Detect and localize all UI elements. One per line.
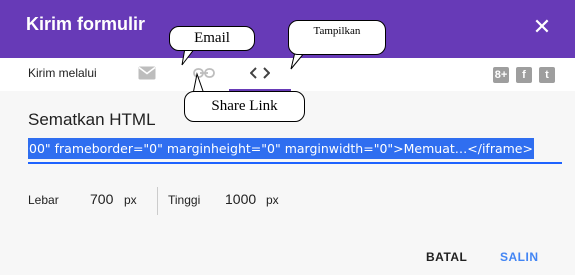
embed-code-text[interactable]: 00" frameborder="0" marginheight="0" mar… — [28, 138, 534, 159]
embed-title: Sematkan HTML — [28, 110, 156, 129]
width-label: Lebar — [28, 193, 59, 207]
email-callout: Email — [169, 26, 255, 51]
show-callout: Tampilkan — [288, 20, 386, 55]
close-icon[interactable]: ✕ — [529, 14, 555, 40]
embed-icon[interactable] — [250, 67, 270, 79]
width-input[interactable]: 700 — [90, 191, 113, 207]
google-plus-icon[interactable]: 8+ — [493, 67, 509, 83]
send-via-label: Kirim melalui — [28, 66, 97, 80]
facebook-icon[interactable]: f — [516, 67, 532, 83]
share-link-callout: Share Link — [184, 91, 305, 122]
link-icon[interactable] — [193, 67, 215, 79]
cancel-button[interactable]: BATAL — [426, 250, 467, 264]
dialog-title: Kirim formulir — [26, 14, 146, 34]
height-unit: px — [266, 193, 279, 207]
twitter-icon[interactable]: t — [539, 67, 555, 83]
copy-button[interactable]: SALIN — [500, 250, 539, 264]
width-unit: px — [124, 193, 137, 207]
email-icon[interactable] — [138, 66, 156, 80]
size-divider — [157, 187, 158, 215]
height-input[interactable]: 1000 — [225, 191, 256, 207]
height-label: Tinggi — [168, 193, 201, 207]
embed-code-field[interactable]: 00" frameborder="0" marginheight="0" mar… — [28, 138, 562, 164]
